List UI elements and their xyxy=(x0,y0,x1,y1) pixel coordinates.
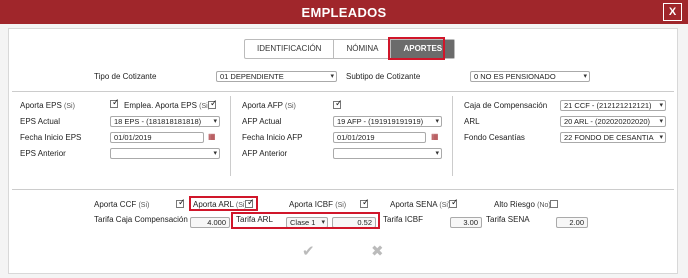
checkmark-icon[interactable]: ✔ xyxy=(302,242,315,260)
eps-actual-select[interactable]: 18 EPS - (181818181818) ▾ xyxy=(110,116,220,127)
calendar-icon[interactable]: ▦ xyxy=(431,132,439,141)
chevron-down-icon: ▾ xyxy=(213,118,217,125)
chevron-down-icon: ▾ xyxy=(659,118,663,125)
tarifa-sena-label: Tarifa SENA xyxy=(486,215,530,224)
tarifa-sena-value[interactable]: 2.00 xyxy=(556,217,588,228)
aporta-afp-label: Aporta AFP (Si) xyxy=(242,101,296,110)
fondo-cesantias-select[interactable]: 22 FONDO DE CESANTIA ▾ xyxy=(560,132,666,143)
caja-compensacion-select[interactable]: 21 CCF - (212121212121) ▾ xyxy=(560,100,666,111)
fondo-cesantias-label: Fondo Cesantías xyxy=(464,133,525,142)
aporta-sena-checkbox[interactable] xyxy=(449,197,459,208)
emplea-eps-checkbox-2[interactable] xyxy=(208,98,218,109)
tab-identificacion[interactable]: IDENTIFICACIÓN xyxy=(245,40,335,58)
calendar-icon[interactable]: ▦ xyxy=(208,132,216,141)
tipo-cotizante-select[interactable]: 01 DEPENDIENTE ▾ xyxy=(216,71,337,82)
eps-actual-label: EPS Actual xyxy=(20,117,61,126)
eps-anterior-label: EPS Anterior xyxy=(20,149,66,158)
caja-compensacion-label: Caja de Compensación xyxy=(464,101,548,110)
tarifa-caja-label: Tarifa Caja Compensación xyxy=(94,215,188,224)
fecha-inicio-eps-label: Fecha Inicio EPS xyxy=(20,133,82,142)
subtipo-cotizante-label: Subtipo de Cotizante xyxy=(346,72,421,81)
chevron-down-icon: ▾ xyxy=(213,150,217,157)
column-divider xyxy=(452,96,453,176)
aporta-icbf-label: Aporta ICBF (Si) xyxy=(289,200,347,209)
tarifa-icbf-label: Tarifa ICBF xyxy=(383,215,424,224)
chevron-down-icon: ▾ xyxy=(435,150,439,157)
alto-riesgo-label: Alto Riesgo (No) xyxy=(494,200,551,209)
afp-actual-select[interactable]: 19 AFP - (191919191919) ▾ xyxy=(333,116,442,127)
chevron-down-icon: ▾ xyxy=(321,219,325,226)
emplea-aporta-eps-checkbox[interactable] xyxy=(110,97,120,108)
fecha-inicio-eps-input[interactable]: 01/01/2019 xyxy=(110,132,204,143)
close-button[interactable]: X xyxy=(663,3,682,21)
tarifa-arl-clase-select[interactable]: Clase 1 ▾ xyxy=(286,217,328,228)
tipo-cotizante-label: Tipo de Cotizante xyxy=(94,72,157,81)
chevron-down-icon: ▾ xyxy=(330,73,334,80)
tarifa-arl-label: Tarifa ARL xyxy=(236,215,273,224)
alto-riesgo-checkbox[interactable] xyxy=(550,200,558,208)
aporta-sena-label: Aporta SENA (Si) xyxy=(390,200,451,209)
afp-anterior-select[interactable]: ▾ xyxy=(333,148,442,159)
chevron-down-icon: ▾ xyxy=(659,102,663,109)
aporta-ccf-label: Aporta CCF (Si) xyxy=(94,200,150,209)
aporta-eps-label: Aporta EPS (Si) xyxy=(20,101,75,110)
tarifa-icbf-value[interactable]: 3.00 xyxy=(450,217,482,228)
tab-aportes[interactable]: APORTES xyxy=(391,40,455,58)
chevron-down-icon: ▾ xyxy=(435,118,439,125)
aporta-ccf-checkbox[interactable] xyxy=(176,197,186,208)
aporta-icbf-checkbox[interactable] xyxy=(360,197,370,208)
arl-select[interactable]: 20 ARL - (202020202020) ▾ xyxy=(560,116,666,127)
emplea-aporta-eps-label: Emplea. Aporta EPS (Si) xyxy=(124,101,211,110)
divider xyxy=(12,189,674,190)
chevron-down-icon: ▾ xyxy=(583,73,587,80)
fecha-inicio-afp-input[interactable]: 01/01/2019 xyxy=(333,132,426,143)
tarifa-caja-value[interactable]: 4.000 xyxy=(190,217,230,228)
afp-actual-label: AFP Actual xyxy=(242,117,282,126)
chevron-down-icon: ▾ xyxy=(659,134,663,141)
arl-label: ARL xyxy=(464,117,480,126)
divider xyxy=(12,91,674,92)
column-divider xyxy=(230,96,231,176)
window-title: EMPLEADOS xyxy=(301,5,387,20)
subtipo-cotizante-select[interactable]: 0 NO ES PENSIONADO ▾ xyxy=(470,71,590,82)
aporta-arl-checkbox[interactable] xyxy=(245,197,255,208)
fecha-inicio-afp-label: Fecha Inicio AFP xyxy=(242,133,303,142)
tarifa-arl-value[interactable]: 0.52 xyxy=(332,217,376,228)
aporta-arl-label: Aporta ARL (Si) xyxy=(193,200,247,209)
aporta-afp-checkbox[interactable] xyxy=(333,98,343,109)
afp-anterior-label: AFP Anterior xyxy=(242,149,288,158)
tab-bar: IDENTIFICACIÓN NÓMINA APORTES xyxy=(244,39,456,59)
tab-nomina[interactable]: NÓMINA xyxy=(334,40,392,58)
x-icon[interactable]: ✖ xyxy=(371,242,384,260)
eps-anterior-select[interactable]: ▾ xyxy=(110,148,220,159)
